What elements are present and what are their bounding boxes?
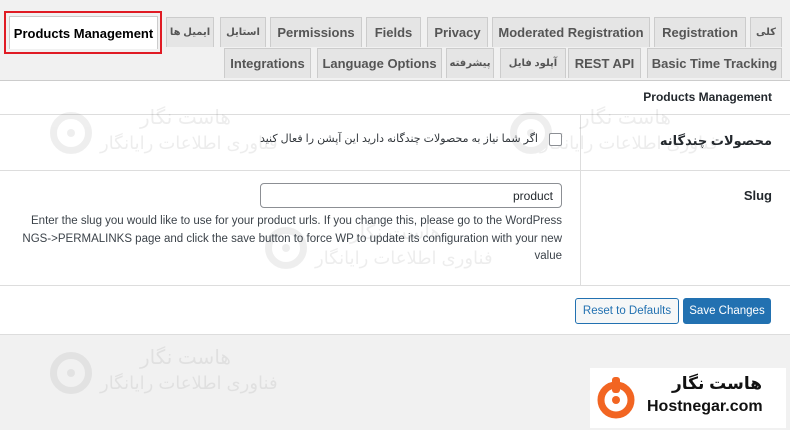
tab-rest-api[interactable]: REST API [568,48,641,78]
slug-label: Slug [743,188,772,203]
tab-privacy[interactable]: Privacy [427,17,488,47]
section-title: Products Management [643,90,772,104]
slug-description-line: NGS->PERMALINKS page and click the save … [22,232,562,245]
row-label-cell: محصولات چندگانه [580,115,790,170]
slug-input[interactable] [260,183,562,208]
watermark: هاست نگار فناوری اطلاعات رایانگار [40,340,300,410]
variable-products-label: محصولات چندگانه [659,133,772,148]
tab-language-options[interactable]: Language Options [317,48,442,78]
slug-description: Enter the slug you would like to use for… [0,213,562,266]
tab-advanced[interactable]: پیشرفته [446,48,494,78]
watermark-line1: هاست نگار [140,347,231,369]
brand-name-fa: هاست نگار [671,374,763,393]
watermark-line2: فناوری اطلاعات رایانگار [100,373,278,393]
tab-integrations[interactable]: Integrations [224,48,311,78]
tab-moderated-registration[interactable]: Moderated Registration [492,17,650,47]
hostnegar-brand: هاست نگار Hostnegar.com [590,368,786,428]
tab-general[interactable]: کلی [750,17,782,47]
reset-to-defaults-button[interactable]: Reset to Defaults [575,298,679,324]
save-changes-button[interactable]: Save Changes [683,298,771,324]
tab-permissions[interactable]: Permissions [270,17,362,47]
tab-basic-time-tracking[interactable]: Basic Time Tracking [647,48,782,78]
tab-style[interactable]: استایل [220,17,266,47]
slug-description-line: value [534,250,563,262]
tab-file-upload[interactable]: آپلود فایل [500,48,566,78]
hostnegar-logo-icon [597,377,635,419]
brand-name-en: Hostnegar.com [647,398,763,415]
slug-description-line: Enter the slug you would like to use for… [31,215,562,227]
row-label-cell: Slug [580,171,790,285]
tab-fields[interactable]: Fields [366,17,421,47]
watermark-logo-icon [50,352,92,394]
tab-products-management[interactable]: Products Management [9,16,158,49]
tab-registration[interactable]: Registration [654,17,746,47]
tab-emails[interactable]: ایمیل ها [166,17,214,47]
variable-products-checkbox-label[interactable]: اگر شما نیاز به محصولات چندگانه دارید ای… [260,132,538,145]
variable-products-checkbox[interactable] [549,133,562,146]
